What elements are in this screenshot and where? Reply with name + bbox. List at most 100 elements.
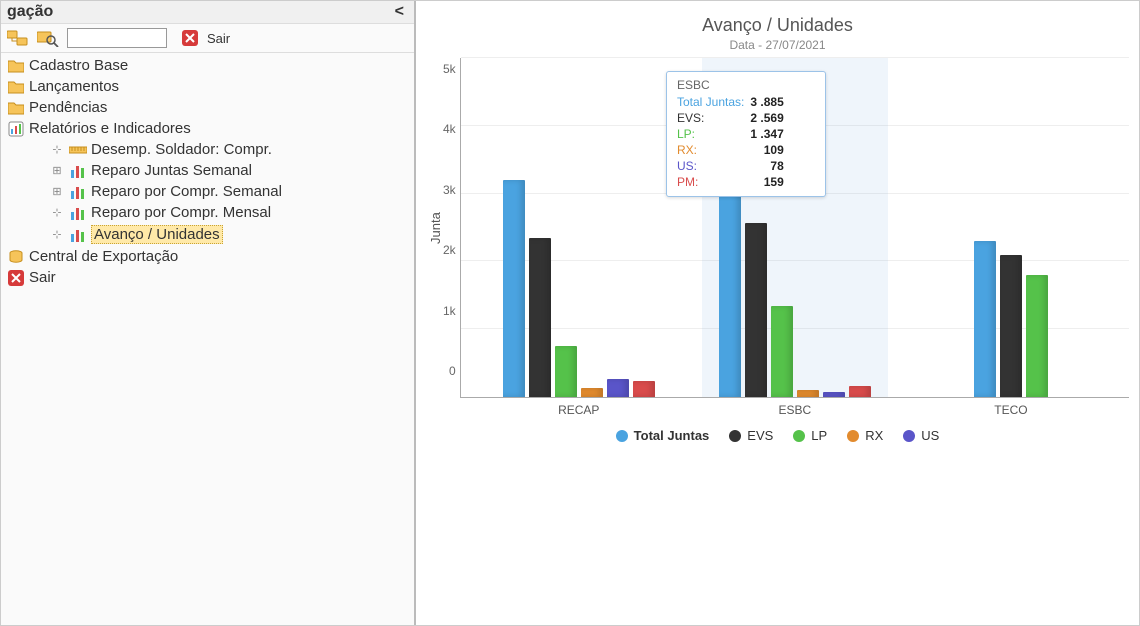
chart-bar[interactable] bbox=[581, 388, 603, 397]
tree-connector-icon: ⊹ bbox=[45, 228, 69, 241]
tooltip-label: US: bbox=[677, 158, 750, 174]
legend-label: LP bbox=[811, 428, 827, 443]
bar-chart-icon bbox=[69, 184, 87, 200]
legend-dot-icon bbox=[847, 430, 859, 442]
tree-connector-icon: ⊹ bbox=[45, 206, 69, 219]
legend-label: EVS bbox=[747, 428, 773, 443]
tooltip-value: 2 .569 bbox=[750, 110, 789, 126]
folder-icon bbox=[7, 58, 25, 74]
legend-label: Total Juntas bbox=[634, 428, 710, 443]
legend-item[interactable]: EVS bbox=[729, 428, 773, 443]
nav-tree: Cadastro Base Lançamentos Pendências bbox=[1, 53, 414, 288]
y-tick: 1k bbox=[443, 304, 456, 318]
legend-item[interactable]: Total Juntas bbox=[616, 428, 710, 443]
chart-category[interactable]: TECO bbox=[918, 58, 1104, 397]
app-window: gação < bbox=[0, 0, 1140, 626]
tooltip-label: RX: bbox=[677, 142, 750, 158]
folder-icon bbox=[7, 100, 25, 116]
chart-bar[interactable] bbox=[745, 223, 767, 397]
legend-item[interactable]: US bbox=[903, 428, 939, 443]
tree-item-lancamentos[interactable]: Lançamentos bbox=[1, 76, 414, 97]
tooltip-value: 1 .347 bbox=[750, 126, 789, 142]
legend-dot-icon bbox=[903, 430, 915, 442]
folder-tree-icon[interactable] bbox=[7, 28, 29, 48]
tree-item-pendencias[interactable]: Pendências bbox=[1, 97, 414, 118]
tooltip-value: 78 bbox=[750, 158, 789, 174]
y-axis-ticks: 5k 4k 3k 2k 1k 0 bbox=[443, 58, 460, 398]
chart-bar[interactable] bbox=[849, 386, 871, 397]
exit-button[interactable]: Sair bbox=[181, 30, 230, 46]
y-tick: 5k bbox=[443, 62, 456, 76]
tree-expand-icon[interactable]: ⊞ bbox=[45, 164, 69, 177]
bar-chart-icon bbox=[69, 227, 87, 243]
category-label: RECAP bbox=[558, 403, 599, 417]
folder-search-icon[interactable] bbox=[37, 28, 59, 48]
chart-bar[interactable] bbox=[974, 241, 996, 397]
tooltip-value: 3 .885 bbox=[750, 94, 789, 110]
tooltip-label: EVS: bbox=[677, 110, 750, 126]
legend-dot-icon bbox=[793, 430, 805, 442]
sidebar-toolbar: Sair bbox=[1, 24, 414, 53]
bar-chart-icon bbox=[69, 205, 87, 221]
tooltip-label: PM: bbox=[677, 174, 750, 190]
chart-bar[interactable] bbox=[607, 379, 629, 397]
chart-bar[interactable] bbox=[823, 392, 845, 397]
chart-bar[interactable] bbox=[1026, 275, 1048, 397]
tree-expand-icon[interactable]: ⊞ bbox=[45, 185, 69, 198]
chart-bar[interactable] bbox=[1000, 255, 1022, 397]
tree-item-cadastro-base[interactable]: Cadastro Base bbox=[1, 55, 414, 76]
legend-label: US bbox=[921, 428, 939, 443]
legend-item[interactable]: LP bbox=[793, 428, 827, 443]
tree-item-reparo-compr-mensal[interactable]: ⊹ Reparo por Compr. Mensal bbox=[1, 202, 414, 223]
legend-item[interactable]: RX bbox=[847, 428, 883, 443]
tree-item-reparo-compr-semanal[interactable]: ⊞ Reparo por Compr. Semanal bbox=[1, 181, 414, 202]
ruler-icon bbox=[69, 142, 87, 158]
chart-title: Avanço / Unidades bbox=[426, 15, 1129, 36]
chart-bar[interactable] bbox=[771, 306, 793, 397]
tooltip-title: ESBC bbox=[677, 78, 815, 92]
chart-category[interactable]: RECAP bbox=[486, 58, 672, 397]
tree-item-relatorios[interactable]: Relatórios e Indicadores bbox=[1, 118, 414, 139]
report-icon bbox=[7, 121, 25, 137]
tree-item-sair[interactable]: Sair bbox=[1, 267, 414, 288]
tooltip-label: Total Juntas: bbox=[677, 94, 750, 110]
sidebar-collapse-button[interactable]: < bbox=[391, 3, 408, 21]
category-label: ESBC bbox=[779, 403, 812, 417]
chart-bar[interactable] bbox=[633, 381, 655, 397]
tooltip-label: LP: bbox=[677, 126, 750, 142]
y-axis-label: Junta bbox=[426, 58, 443, 398]
y-tick: 3k bbox=[443, 183, 456, 197]
chart-bar[interactable] bbox=[797, 390, 819, 397]
y-tick: 2k bbox=[443, 243, 456, 257]
legend-dot-icon bbox=[729, 430, 741, 442]
tooltip-value: 109 bbox=[750, 142, 789, 158]
sidebar-title: gação bbox=[7, 3, 391, 21]
legend-label: RX bbox=[865, 428, 883, 443]
tree-item-reparo-juntas-semanal[interactable]: ⊞ Reparo Juntas Semanal bbox=[1, 160, 414, 181]
tree-item-central-exportacao[interactable]: Central de Exportação bbox=[1, 246, 414, 267]
chart-subtitle: Data - 27/07/2021 bbox=[426, 38, 1129, 52]
chart-bar[interactable] bbox=[529, 238, 551, 397]
chart-bar[interactable] bbox=[555, 346, 577, 397]
tree-connector-icon: ⊹ bbox=[45, 143, 69, 156]
close-icon bbox=[7, 270, 25, 286]
exit-label: Sair bbox=[207, 31, 230, 46]
tooltip-value: 159 bbox=[750, 174, 789, 190]
folder-icon bbox=[7, 79, 25, 95]
sidebar-header: gação < bbox=[1, 1, 414, 24]
main-content: Avanço / Unidades Data - 27/07/2021 Junt… bbox=[416, 1, 1139, 625]
sidebar-search-input[interactable] bbox=[67, 28, 167, 48]
tooltip-table: Total Juntas:3 .885EVS:2 .569LP:1 .347RX… bbox=[677, 94, 790, 190]
category-label: TECO bbox=[994, 403, 1027, 417]
database-export-icon bbox=[7, 249, 25, 265]
tree-item-avanco-unidades[interactable]: ⊹ Avanço / Unidades bbox=[1, 223, 414, 246]
close-icon bbox=[181, 30, 199, 46]
y-tick: 4k bbox=[443, 122, 456, 136]
nav-sidebar: gação < bbox=[1, 1, 416, 625]
tree-item-desemp-soldador[interactable]: ⊹ Desemp. Soldador: Compr. bbox=[1, 139, 414, 160]
bar-chart-icon bbox=[69, 163, 87, 179]
legend-dot-icon bbox=[616, 430, 628, 442]
chart-tooltip: ESBC Total Juntas:3 .885EVS:2 .569LP:1 .… bbox=[666, 71, 826, 197]
chart-bar[interactable] bbox=[503, 180, 525, 397]
chart-legend: Total Juntas EVS LP RX US bbox=[426, 428, 1129, 443]
